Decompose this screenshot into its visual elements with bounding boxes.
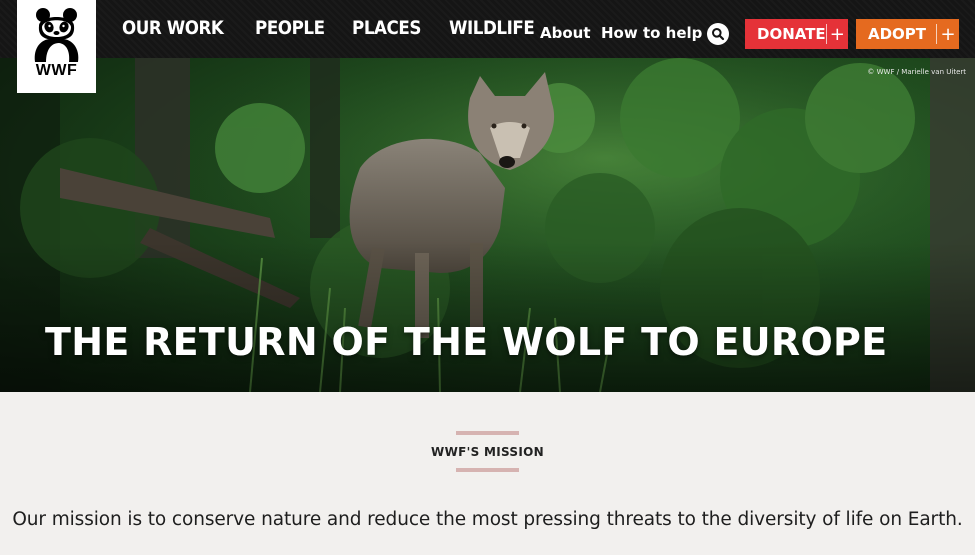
nav-how-to-help[interactable]: How to help [601, 24, 702, 42]
hero-banner: © WWF / Marielle van Uitert THE RETURN O… [0, 58, 975, 392]
plus-icon: + [829, 23, 845, 45]
logo-text: WWF [35, 62, 78, 79]
nav-our-work[interactable]: OUR WORK [122, 17, 224, 39]
search-icon [712, 28, 725, 41]
adopt-label: ADOPT [868, 25, 927, 43]
nav-places[interactable]: PLACES [352, 17, 421, 39]
nav-about[interactable]: About [540, 24, 591, 42]
main-nav: OUR WORK PEOPLE PLACES WILDLIFE [122, 17, 536, 39]
adopt-button[interactable]: ADOPT + [856, 19, 959, 49]
hero-title[interactable]: THE RETURN OF THE WOLF TO EUROPE [45, 320, 887, 364]
plus-icon: + [940, 23, 956, 45]
mission-accent-bottom [456, 468, 519, 472]
wwf-logo[interactable]: WWF [17, 0, 96, 93]
nav-people[interactable]: PEOPLE [255, 17, 325, 39]
donate-label: DONATE [757, 25, 826, 43]
panda-icon [34, 8, 79, 62]
photo-credit: © WWF / Marielle van Uitert [867, 68, 966, 76]
search-button[interactable] [707, 23, 729, 45]
mission-accent-top [456, 431, 519, 435]
mission-statement: Our mission is to conserve nature and re… [12, 509, 963, 530]
site-header: OUR WORK PEOPLE PLACES WILDLIFE About Ho… [0, 0, 975, 58]
mission-label: WWF'S MISSION [431, 445, 544, 459]
donate-button[interactable]: DONATE + [745, 19, 848, 49]
nav-wildlife[interactable]: WILDLIFE [449, 17, 535, 39]
